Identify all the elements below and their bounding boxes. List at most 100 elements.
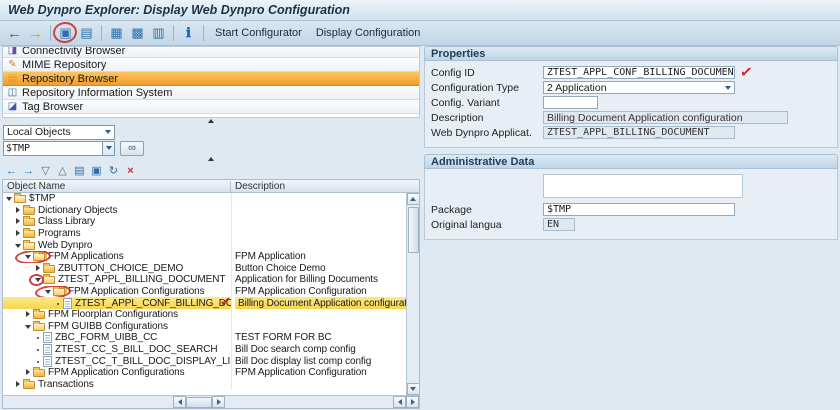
layout-icon[interactable]: ▣ xyxy=(89,163,104,178)
expand-arrow-icon[interactable] xyxy=(14,229,22,238)
browser-item-label: Repository Browser xyxy=(22,73,118,85)
expand-arrow-icon[interactable] xyxy=(24,368,32,377)
hierarchy-icon[interactable]: ▩ xyxy=(128,24,147,43)
expand-arrow-icon[interactable] xyxy=(44,287,52,296)
sort-up-icon[interactable]: △ xyxy=(55,163,70,178)
expand-arrow-icon[interactable] xyxy=(14,206,22,215)
tree-row[interactable]: FPM Floorplan Configurations xyxy=(3,309,406,321)
tree-row[interactable]: FPM Application Configurations FPM Appli… xyxy=(3,367,406,379)
browser-item-label: Tag Browser xyxy=(22,101,83,113)
create-icon[interactable]: ▤ xyxy=(77,24,96,43)
close-icon[interactable]: × xyxy=(123,163,138,178)
toolbar-separator xyxy=(50,25,51,41)
expand-arrow-icon[interactable] xyxy=(14,217,22,226)
folder-icon xyxy=(23,218,35,226)
window-title: Web Dynpro Explorer: Display Web Dynpro … xyxy=(0,0,840,21)
filter-icon[interactable]: ▽ xyxy=(38,163,53,178)
leaf-bullet-icon xyxy=(54,299,62,308)
history-back-icon[interactable]: ← xyxy=(4,163,19,178)
config-variant-input[interactable] xyxy=(543,96,598,109)
display-configuration-button[interactable]: Display Configuration xyxy=(310,24,427,43)
mime-icon[interactable]: ▦ xyxy=(107,24,126,43)
scroll-down-button[interactable] xyxy=(407,383,420,395)
vertical-scrollbar[interactable] xyxy=(406,193,419,395)
expand-arrow-icon[interactable] xyxy=(34,264,42,273)
tree-row-billing-application[interactable]: ZTEST_APPL_BILLING_DOCUMENT Application … xyxy=(3,274,406,286)
column-header-object-name[interactable]: Object Name xyxy=(3,181,231,192)
scrollbar-thumb[interactable] xyxy=(408,207,419,253)
browser-item-repository-info[interactable]: ◫ Repository Information System xyxy=(3,86,419,100)
tree-row[interactable]: Web Dynpro xyxy=(3,239,406,251)
scroll-right-button[interactable] xyxy=(406,396,419,408)
browser-item-repository[interactable]: ▤ Repository Browser xyxy=(3,72,419,86)
tree-header: Object Name Description xyxy=(3,180,419,193)
browser-item-connectivity[interactable]: ◨ Connectivity Browser xyxy=(3,46,419,58)
folder-icon xyxy=(23,207,35,215)
tree-row-fpm-app-configurations[interactable]: FPM Application Configurations FPM Appli… xyxy=(3,286,406,298)
chevron-down-icon xyxy=(105,130,111,134)
tree-row[interactable]: $TMP xyxy=(3,193,406,205)
history-forward-icon[interactable]: → xyxy=(21,163,36,178)
refresh-icon[interactable]: ↻ xyxy=(106,163,121,178)
scroll-up-button[interactable] xyxy=(407,193,420,205)
expand-arrow-icon[interactable] xyxy=(5,194,13,203)
start-configurator-button[interactable]: Start Configurator xyxy=(209,24,308,43)
annotation-check-tree: ✓ xyxy=(219,297,231,309)
object-name-input[interactable]: $TMP xyxy=(3,141,102,156)
scroll-left-button[interactable] xyxy=(393,396,406,408)
configuration-panel: Properties Config ID ZTEST_APPL_CONF_BIL… xyxy=(424,46,838,246)
expand-arrow-icon[interactable] xyxy=(24,252,32,261)
scroll-left-button[interactable] xyxy=(173,396,186,408)
browser-item-label: MIME Repository xyxy=(22,59,106,71)
tree-row[interactable]: ZBC_FORM_UIBB_CC TEST FORM FOR BC xyxy=(3,332,406,344)
window-icon[interactable]: ▥ xyxy=(149,24,168,43)
tree-row[interactable]: Programs xyxy=(3,228,406,240)
scrollbar-thumb[interactable] xyxy=(186,397,212,408)
properties-header: Properties xyxy=(424,46,838,61)
horizontal-scrollbar[interactable] xyxy=(3,395,419,408)
forward-icon[interactable]: → xyxy=(26,24,45,43)
info-icon[interactable]: ℹ xyxy=(179,24,198,43)
scroll-right-button[interactable] xyxy=(212,396,225,408)
tree-row-fpm-applications[interactable]: FPM Applications FPM Application xyxy=(3,251,406,263)
toolbar-separator xyxy=(101,25,102,41)
tree-row[interactable]: Transactions xyxy=(3,379,406,391)
object-scope-select[interactable]: Local Objects xyxy=(3,125,115,140)
expand-arrow-icon[interactable] xyxy=(24,310,32,319)
object-selector: Local Objects $TMP ∞ xyxy=(2,124,420,156)
scope-value: Local Objects xyxy=(7,126,71,138)
package-input[interactable]: $TMP xyxy=(543,203,735,216)
tree-row[interactable]: Class Library xyxy=(3,216,406,228)
display-object-icon[interactable]: ▣ xyxy=(56,24,75,43)
browser-item-mime[interactable]: ✎ MIME Repository xyxy=(3,58,419,72)
tree-row[interactable]: ZTEST_CC_S_BILL_DOC_SEARCH Bill Doc sear… xyxy=(3,344,406,356)
splitter-arrow-icon xyxy=(208,119,214,123)
config-variant-label: Config. Variant xyxy=(431,97,543,109)
expand-arrow-icon[interactable] xyxy=(14,380,22,389)
original-language-field: EN xyxy=(543,218,575,231)
tree-toolbar: ← → ▽ △ ▤ ▣ ↻ × xyxy=(2,162,420,179)
folder-open-icon xyxy=(14,195,26,203)
document-icon xyxy=(63,298,72,309)
tree-row[interactable]: FPM GUIBB Configurations xyxy=(3,321,406,333)
expand-arrow-icon[interactable] xyxy=(14,241,22,250)
configuration-type-select[interactable]: 2 Application xyxy=(543,81,735,94)
tree-row[interactable]: Dictionary Objects xyxy=(3,205,406,217)
config-id-label: Config ID xyxy=(431,67,543,79)
back-icon[interactable]: ← xyxy=(5,24,24,43)
expand-arrow-icon[interactable] xyxy=(24,322,32,331)
browser-item-tag[interactable]: ◪ Tag Browser xyxy=(3,100,419,114)
column-header-description[interactable]: Description xyxy=(231,181,419,192)
document-icon xyxy=(43,344,52,355)
expand-arrow-icon[interactable] xyxy=(34,275,42,284)
folder-open-icon xyxy=(53,288,65,296)
value-help-button[interactable] xyxy=(102,141,115,156)
tree-row[interactable]: ZTEST_CC_T_BILL_DOC_DISPLAY_LIST Bill Do… xyxy=(3,355,406,367)
document-icon xyxy=(43,332,52,343)
config-id-input[interactable]: ZTEST_APPL_CONF_BILLING_DOCUMENT xyxy=(543,66,735,79)
tree-row[interactable]: ZBUTTON_CHOICE_DEMO Button Choice Demo xyxy=(3,263,406,275)
toolbar-separator xyxy=(173,25,174,41)
views-icon[interactable]: ▤ xyxy=(72,163,87,178)
tree-row-selected-configuration[interactable]: ZTEST_APPL_CONF_BILLING_DOCUMENT ✓ Billi… xyxy=(3,297,406,309)
display-object-button[interactable]: ∞ xyxy=(120,141,144,156)
